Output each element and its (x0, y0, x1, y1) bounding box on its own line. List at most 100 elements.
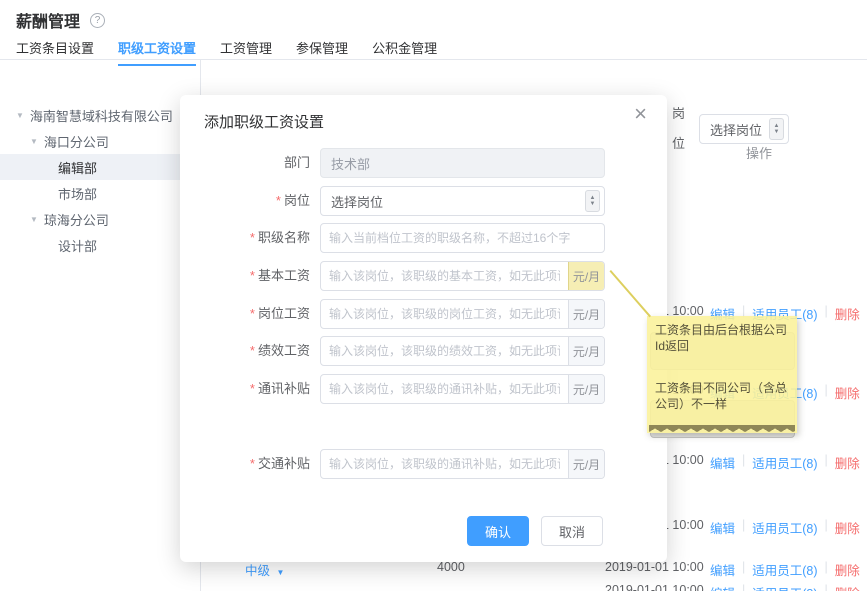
tree-item-haikou-branch[interactable]: ▼ 海口分公司 (0, 128, 200, 154)
tab-insurance-management[interactable]: 参保管理 (296, 38, 348, 66)
field-label: 职级名称 (258, 230, 310, 245)
required-mark: * (250, 306, 255, 321)
level-dropdown[interactable]: 中级 ▼ (245, 560, 284, 579)
post-row: *岗位 选择岗位 ▲▼ (180, 186, 667, 216)
tree-item-label: 海口分公司 (44, 132, 109, 151)
transport-allowance-row: *交通补贴 元/月 (180, 449, 667, 479)
required-mark: * (250, 381, 255, 396)
action-divider: | (825, 383, 828, 402)
field-label: 部门 (284, 155, 310, 170)
field-label: 基本工资 (258, 268, 310, 283)
tab-salary-management[interactable]: 工资管理 (220, 38, 272, 66)
field-label: 岗位 (284, 193, 310, 208)
delete-link[interactable]: 删除 (835, 383, 860, 402)
apply-employees-link[interactable]: 适用员工(8) (752, 453, 817, 472)
page-header: 薪酬管理 ? (16, 8, 105, 32)
help-icon[interactable]: ? (90, 13, 105, 28)
row-timestamp: 2019-01-01 10:00 (605, 560, 715, 574)
delete-link[interactable]: 删除 (835, 304, 860, 323)
tab-level-salary-settings[interactable]: 职级工资设置 (118, 38, 196, 66)
caret-down-icon: ▼ (30, 215, 38, 224)
field-label: 岗位工资 (258, 306, 310, 321)
merit-salary-input[interactable] (321, 337, 568, 365)
delete-link[interactable]: 删除 (835, 583, 860, 591)
field-label: 通讯补贴 (258, 381, 310, 396)
comm-allowance-input[interactable] (321, 375, 568, 403)
caret-down-icon: ▼ (30, 137, 38, 146)
action-divider: | (825, 583, 828, 591)
tree-item-marketing-dept[interactable]: 市场部 (0, 180, 200, 206)
tree-item-label: 设计部 (58, 236, 97, 255)
base-salary-input[interactable] (321, 262, 568, 290)
tree-item-editorial-dept[interactable]: 编辑部 (0, 154, 200, 180)
post-select[interactable]: 选择岗位 ▲▼ (320, 186, 605, 216)
action-divider: | (825, 560, 828, 579)
note-text-line2: 工资条目不同公司（含总公司）不一样 (655, 380, 789, 412)
delete-link[interactable]: 删除 (835, 560, 860, 579)
edit-link[interactable]: 编辑 (710, 453, 735, 472)
base-salary-row: *基本工资 元/月 (180, 261, 667, 291)
merit-salary-row: *绩效工资 元/月 (180, 336, 667, 366)
delete-link[interactable]: 删除 (835, 518, 860, 537)
row-timestamp: 2019-01-01 10:00 (605, 583, 715, 591)
required-mark: * (250, 230, 255, 245)
department-value: 技术部 (331, 154, 370, 173)
field-label: 绩效工资 (258, 343, 310, 358)
dialog-footer: 确认 取消 (467, 516, 603, 546)
action-divider: | (742, 453, 745, 472)
row-actions: 编辑 | 适用员工(8) | 删除 (710, 453, 860, 472)
tab-bar: 工资条目设置 职级工资设置 工资管理 参保管理 公积金管理 (16, 38, 437, 66)
row-actions: 编辑 | 适用员工(8) | 删除 (710, 518, 860, 537)
close-icon[interactable]: × (634, 103, 647, 125)
delete-link[interactable]: 删除 (835, 453, 860, 472)
unit-suffix: 元/月 (568, 300, 604, 328)
field-label: 交通补贴 (258, 456, 310, 471)
row-actions: 编辑 | 适用员工(8) | 删除 (710, 560, 860, 579)
post-salary-input[interactable] (321, 300, 568, 328)
post-filter-label: 岗位 (672, 99, 691, 159)
dialog-title: 添加职级工资设置 (204, 111, 324, 132)
required-mark: * (276, 193, 281, 208)
transport-allowance-input[interactable] (321, 450, 568, 478)
level-name-row: *职级名称 (180, 223, 667, 253)
apply-employees-link[interactable]: 适用员工(8) (752, 583, 817, 591)
row-actions: 编辑 | 适用员工(8) | 删除 (710, 583, 860, 591)
table-row: 2019-01-01 10:00 编辑 | 适用员工(8) | 删除 (0, 583, 867, 591)
edit-link[interactable]: 编辑 (710, 518, 735, 537)
note-torn-edge (649, 425, 795, 432)
post-filter-select[interactable]: 选择岗位 ▲▼ (699, 114, 789, 144)
cancel-button[interactable]: 取消 (541, 516, 603, 546)
annotation-note: 工资条目由后台根据公司Id返回 工资条目不同公司（含总公司）不一样 (647, 316, 797, 433)
apply-employees-link[interactable]: 适用员工(8) (752, 560, 817, 579)
tree-item-qionghai-branch[interactable]: ▼ 琼海分公司 (0, 206, 200, 232)
edit-link[interactable]: 编辑 (710, 583, 735, 591)
action-divider: | (742, 560, 745, 579)
action-divider: | (825, 304, 828, 323)
tree-item-label: 琼海分公司 (44, 210, 109, 229)
select-arrows-icon: ▲▼ (769, 118, 784, 140)
salary-value: 4000 (437, 560, 465, 574)
tab-housing-fund-management[interactable]: 公积金管理 (372, 38, 437, 66)
edit-link[interactable]: 编辑 (710, 560, 735, 579)
tree-item-label: 编辑部 (58, 158, 97, 177)
tree-item-company[interactable]: ▼ 海南智慧域科技有限公司 (0, 102, 200, 128)
tabs-divider (0, 59, 867, 60)
required-mark: * (250, 268, 255, 283)
tree-item-design-dept[interactable]: 设计部 (0, 232, 200, 258)
level-name-input[interactable] (321, 224, 604, 252)
caret-down-icon: ▼ (277, 568, 285, 577)
unit-suffix: 元/月 (568, 337, 604, 365)
table-row: 中级 ▼ 4000 2019-01-01 10:00 编辑 | 适用员工(8) … (0, 560, 867, 580)
actions-column-header: 操作 (746, 143, 772, 162)
confirm-button[interactable]: 确认 (467, 516, 529, 546)
unit-suffix: 元/月 (568, 450, 604, 478)
page-title: 薪酬管理 (16, 8, 80, 32)
apply-employees-link[interactable]: 适用员工(8) (752, 518, 817, 537)
required-mark: * (250, 343, 255, 358)
tree-item-label: 市场部 (58, 184, 97, 203)
level-dropdown-value: 中级 (245, 564, 270, 578)
tree-item-label: 海南智慧域科技有限公司 (30, 106, 173, 125)
tab-salary-items[interactable]: 工资条目设置 (16, 38, 94, 66)
action-divider: | (825, 518, 828, 537)
comm-allowance-row: *通讯补贴 元/月 (180, 374, 667, 404)
